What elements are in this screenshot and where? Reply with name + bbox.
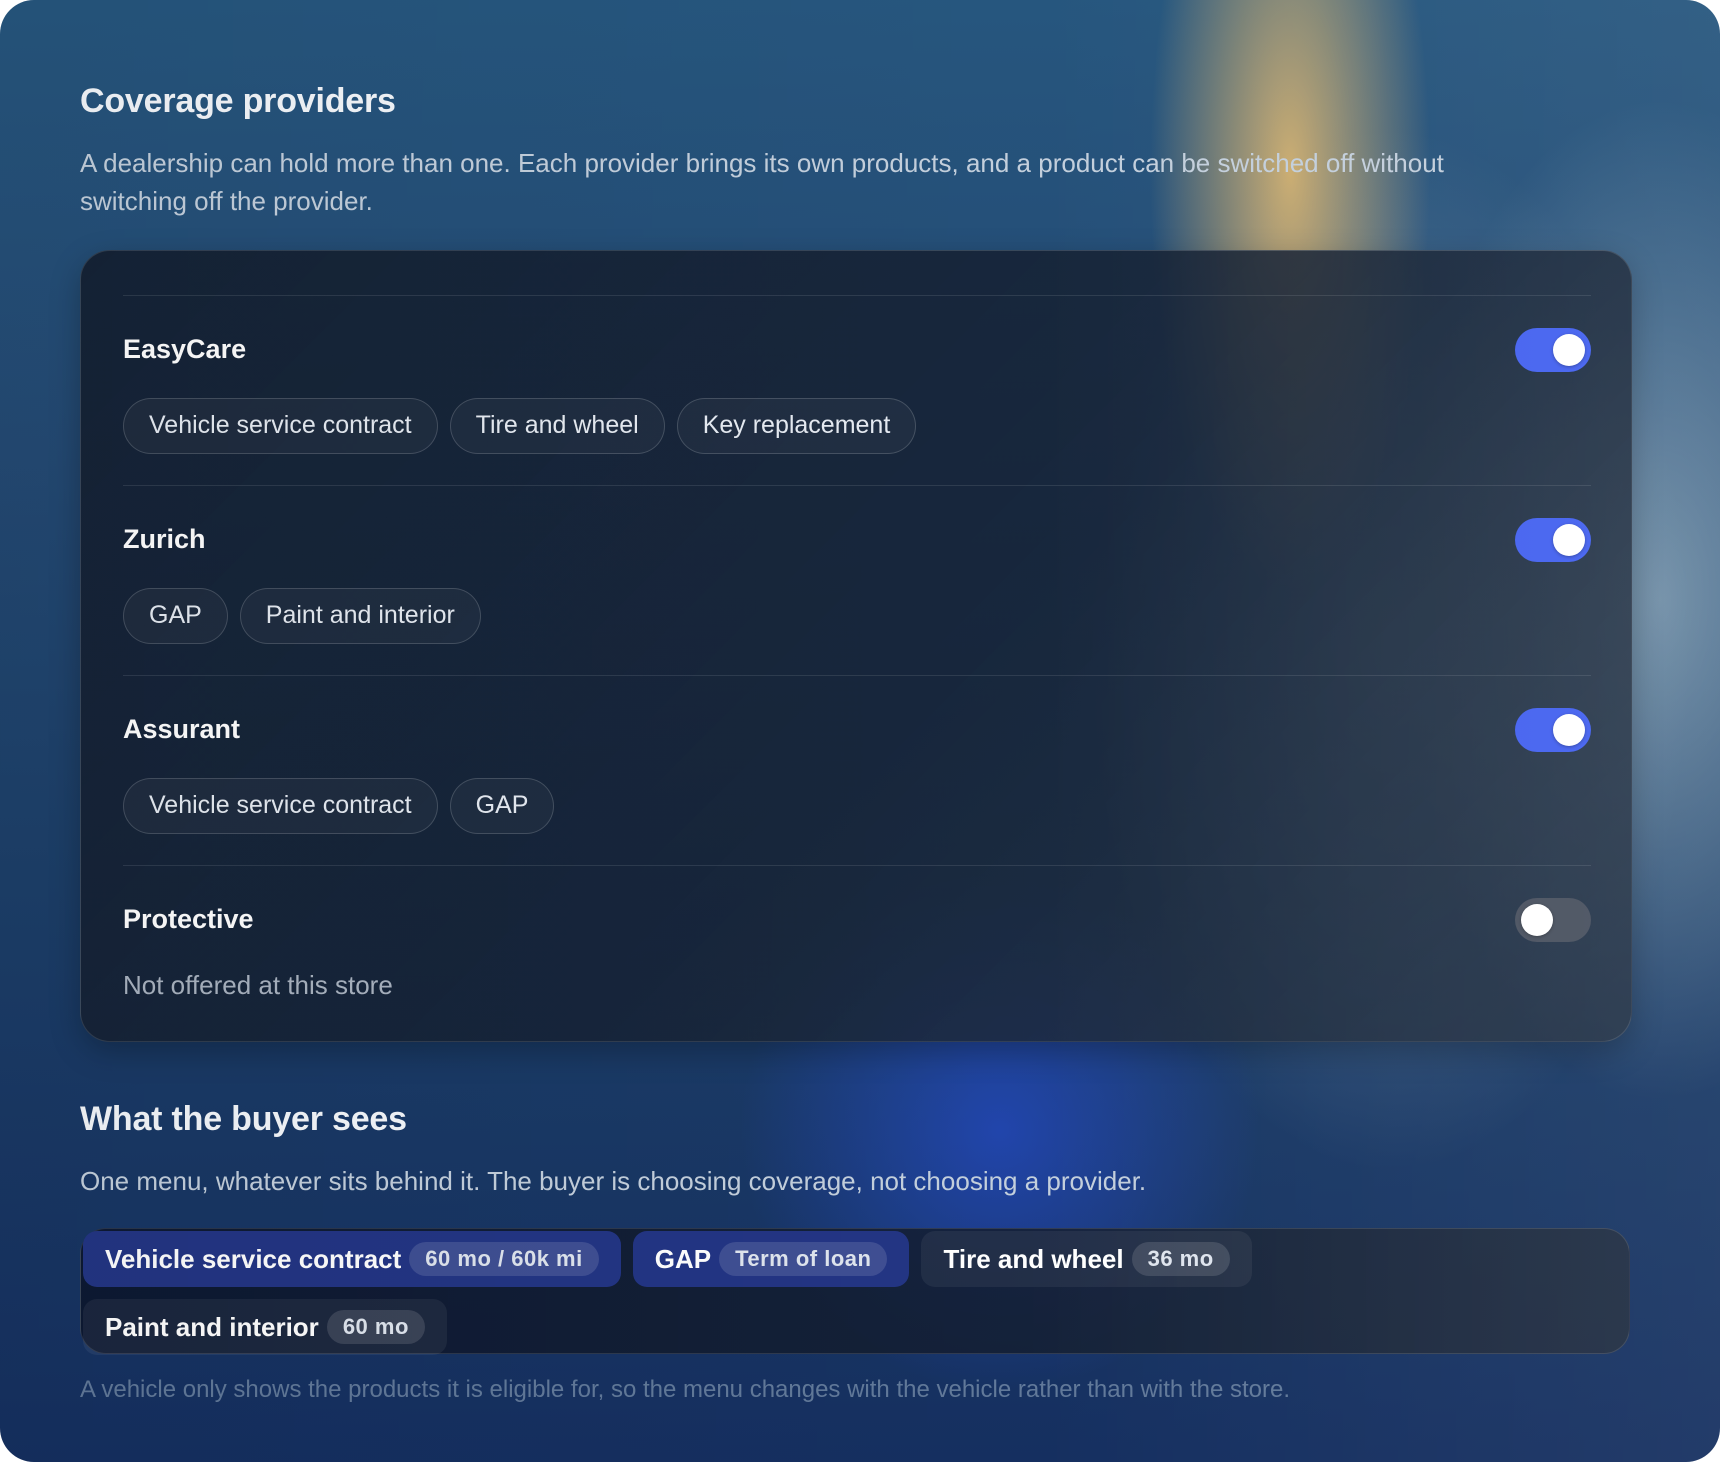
toggle-knob xyxy=(1553,524,1585,556)
toggle-knob xyxy=(1553,334,1585,366)
provider-name: Assurant xyxy=(123,714,241,744)
product-chip[interactable]: GAP xyxy=(123,588,228,644)
product-chip[interactable]: Vehicle service contract xyxy=(123,778,438,834)
menu-item-tire-and-wheel[interactable]: Tire and wheel 36 mo xyxy=(921,1231,1252,1287)
menu-item-term-badge: 60 mo xyxy=(326,1310,425,1344)
menu-item-label: Paint and interior xyxy=(105,1311,319,1342)
provider-note: Not offered at this store xyxy=(123,970,393,1000)
provider-name: Zurich xyxy=(123,524,206,554)
toggle-knob xyxy=(1521,904,1553,936)
provider-toggle[interactable] xyxy=(1515,708,1591,752)
menu-item-label: Tire and wheel xyxy=(943,1243,1124,1274)
buyer-description: One menu, whatever sits behind it. The b… xyxy=(80,1166,1147,1196)
menu-item-vehicle-service-contract[interactable]: Vehicle service contract 60 mo / 60k mi xyxy=(83,1231,621,1287)
product-chip[interactable]: Tire and wheel xyxy=(449,398,665,454)
coverage-title: Coverage providers xyxy=(80,82,396,120)
provider-row-easycare: EasyCare Vehicle service contract Tire a… xyxy=(123,295,1591,486)
provider-toggle[interactable] xyxy=(1515,898,1591,942)
menu-item-label: GAP xyxy=(654,1243,712,1274)
product-chips: Vehicle service contract Tire and wheel … xyxy=(123,398,917,454)
provider-row-zurich: Zurich GAP Paint and interior xyxy=(123,485,1591,676)
provider-row-assurant: Assurant Vehicle service contract GAP xyxy=(123,675,1591,866)
toggle-knob xyxy=(1553,714,1585,746)
provider-toggle[interactable] xyxy=(1515,518,1591,562)
provider-name: Protective xyxy=(123,904,254,934)
provider-name: EasyCare xyxy=(123,334,247,364)
product-chip[interactable]: GAP xyxy=(449,778,555,834)
buyer-footnote: A vehicle only shows the products it is … xyxy=(80,1376,1290,1403)
buyer-title: What the buyer sees xyxy=(80,1100,407,1138)
product-chips: GAP Paint and interior xyxy=(123,588,481,644)
menu-item-term-badge: Term of loan xyxy=(719,1242,888,1276)
product-chips: Vehicle service contract GAP xyxy=(123,778,555,834)
product-chip[interactable]: Key replacement xyxy=(676,398,917,454)
providers-panel: EasyCare Vehicle service contract Tire a… xyxy=(80,250,1632,1042)
menu-item-label: Vehicle service contract xyxy=(105,1243,402,1274)
menu-item-term-badge: 36 mo xyxy=(1131,1242,1230,1276)
product-chip[interactable]: Paint and interior xyxy=(239,588,481,644)
product-chip[interactable]: Vehicle service contract xyxy=(123,398,438,454)
menu-item-gap[interactable]: GAP Term of loan xyxy=(632,1231,910,1287)
provider-row-protective: Protective Not offered at this store xyxy=(123,865,1591,1056)
buyer-menu: Vehicle service contract 60 mo / 60k mi … xyxy=(80,1228,1630,1355)
page-background: Coverage providers A dealership can hold… xyxy=(0,0,1720,1462)
provider-toggle[interactable] xyxy=(1515,328,1591,372)
menu-item-paint-and-interior[interactable]: Paint and interior 60 mo xyxy=(83,1299,447,1355)
menu-item-term-badge: 60 mo / 60k mi xyxy=(409,1242,599,1276)
coverage-description: A dealership can hold more than one. Eac… xyxy=(80,148,1444,216)
